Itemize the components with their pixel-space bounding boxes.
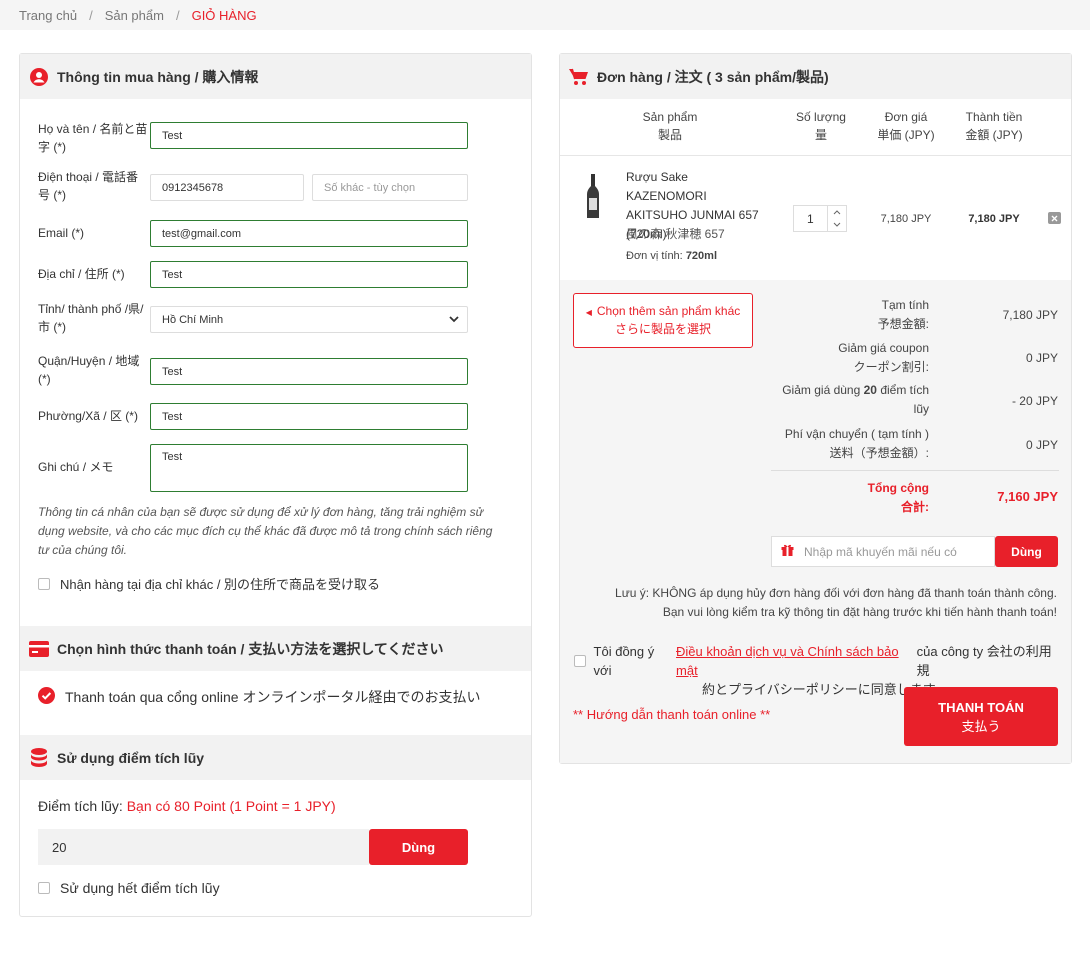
points-input[interactable]: 20 <box>38 829 369 865</box>
order-panel: Đơn hàng / 注文 ( 3 sản phẩm/製品) Sản phẩm 製… <box>559 53 1072 764</box>
qty-increase-icon[interactable] <box>828 206 846 219</box>
name-row: Họ và tên / 名前と苗字 (*) Test <box>38 120 468 160</box>
breadcrumb-current: GIỎ HÀNG <box>191 7 257 23</box>
province-row: Tỉnh/ thành phố /県/市 (*) Hồ Chí Minh <box>38 300 468 340</box>
col-product-header: Sản phẩm 製品 <box>642 110 698 142</box>
product-unit: Đơn vị tính: 720ml <box>626 250 718 262</box>
phone2-field[interactable]: Số khác - tùy chọn <box>312 174 468 201</box>
apply-promo-button[interactable]: Dùng <box>995 536 1058 567</box>
email-label: Email (*) <box>38 226 85 240</box>
ward-row: Phường/Xã / 区 (*) Test <box>38 403 468 433</box>
col-qty-header: Số lượng 量 <box>796 110 846 142</box>
breadcrumb: Trang chủ / Sản phẩm / GIỎ HÀNG <box>0 0 1090 30</box>
payment-option-online[interactable]: Thanh toán qua cổng online オンラインポータル経由での… <box>38 687 480 707</box>
terms-checkbox[interactable] <box>574 655 586 667</box>
points-available: Bạn có 80 Point (1 Point = 1 JPY) <box>126 798 336 814</box>
gift-icon <box>781 544 794 559</box>
product-name-jp: 風の森 秋津穂 657 <box>626 227 725 241</box>
cart-item-row: Rượu Sake KAZENOMORI AKITSUHO JUNMAI 657… <box>560 156 1071 280</box>
note-row: Ghi chú / メモ Test <box>38 444 468 492</box>
payment-title: Chọn hình thức thanh toán / 支払い方法を選択してくだ… <box>57 640 444 657</box>
email-field[interactable]: test@gmail.com <box>150 220 468 247</box>
order-title: Đơn hàng / 注文 ( 3 sản phẩm/製品) <box>597 68 829 85</box>
phone-row: Điện thoại / 電話番号 (*) 0912345678 Số khác… <box>38 168 468 208</box>
promo-code-field[interactable]: Nhập mã khuyến mãi nếu có <box>771 536 995 567</box>
grand-total-value: 7,160 JPY <box>997 489 1058 504</box>
payment-option-label: Thanh toán qua cổng online オンラインポータル経由での… <box>65 689 481 705</box>
address-row: Địa chỉ / 住所 (*) Test <box>38 261 468 291</box>
other-address-option[interactable]: Nhận hàng tại địa chỉ khác / 別の住所で商品を受け取… <box>38 574 380 593</box>
ward-label: Phường/Xã / 区 (*) <box>38 409 138 423</box>
points-discount-value: - 20 JPY <box>1011 394 1058 408</box>
col-total-header: Thành tiền 金額 (JPY) <box>965 110 1023 142</box>
checkout-button[interactable]: THANH TOÁN 支払う <box>904 687 1058 746</box>
apply-points-button[interactable]: Dùng <box>369 829 468 865</box>
points-label: Điểm tích lũy: <box>38 798 123 814</box>
order-header: Đơn hàng / 注文 ( 3 sản phẩm/製品) <box>560 54 1071 99</box>
payment-guide-link[interactable]: ** Hướng dẫn thanh toán online ** <box>573 707 770 722</box>
province-select[interactable]: Hồ Chí Minh <box>150 306 468 333</box>
caret-left-icon: ◀ <box>585 308 592 317</box>
phone-label: Điện thoại / 電話番号 (*) <box>38 170 139 202</box>
qty-decrease-icon[interactable] <box>828 219 846 232</box>
other-address-checkbox[interactable] <box>38 577 50 590</box>
grand-total-label: Tổng cộng 合計: <box>867 481 929 514</box>
remove-item-icon[interactable] <box>1048 212 1061 224</box>
subtotal-label: Tạm tính 予想金額: <box>877 298 929 331</box>
shopping-cart-icon <box>569 67 589 87</box>
points-title: Sử dụng điểm tích lũy <box>57 749 205 766</box>
district-field[interactable]: Test <box>150 358 468 385</box>
district-label: Quận/Huyện / 地域 (*) <box>38 354 140 386</box>
buyer-info-header: Thông tin mua hàng / 購入情報 <box>20 54 531 99</box>
database-icon <box>29 748 49 768</box>
item-total: 7,180 JPY <box>968 213 1020 225</box>
payment-header: Chọn hình thức thanh toán / 支払い方法を選択してくだ… <box>20 626 531 671</box>
promo-code-placeholder: Nhập mã khuyến mãi nếu có <box>804 544 957 559</box>
subtotal-value: 7,180 JPY <box>1002 308 1058 322</box>
note-textarea[interactable]: Test <box>150 444 468 492</box>
province-value: Hồ Chí Minh <box>162 313 224 326</box>
use-all-points-checkbox[interactable] <box>38 882 50 894</box>
buyer-info-title: Thông tin mua hàng / 購入情報 <box>57 68 259 85</box>
breadcrumb-separator: / <box>175 7 180 23</box>
terms-link[interactable]: Điều khoản dịch vụ và Chính sách bảo mật <box>676 642 913 680</box>
product-image[interactable] <box>586 174 600 220</box>
shipping-label: Phí vận chuyển ( tạm tính ) 送料（予想金額）: <box>784 427 929 460</box>
district-row: Quận/Huyện / 地域 (*) Test <box>38 352 468 392</box>
phone-field[interactable]: 0912345678 <box>150 174 304 201</box>
address-label: Địa chỉ / 住所 (*) <box>38 267 125 281</box>
coupon-discount-label: Giảm giá coupon クーポン割引: <box>838 341 929 374</box>
breadcrumb-products[interactable]: Sản phẩm <box>105 8 164 23</box>
other-address-label: Nhận hàng tại địa chỉ khác / 別の住所で商品を受け取… <box>60 577 381 592</box>
use-all-points-label: Sử dụng hết điểm tích lũy <box>60 880 220 896</box>
breadcrumb-home[interactable]: Trang chủ <box>19 8 77 23</box>
points-header: Sử dụng điểm tích lũy <box>20 735 531 780</box>
user-circle-icon <box>29 67 49 87</box>
shipping-value: 0 JPY <box>1025 438 1058 452</box>
province-label: Tỉnh/ thành phố /県/市 (*) <box>38 302 144 334</box>
email-row: Email (*) test@gmail.com <box>38 220 468 250</box>
note-label: Ghi chú / メモ <box>38 460 114 474</box>
item-price: 7,180 JPY <box>880 213 932 225</box>
credit-card-icon <box>29 639 49 659</box>
checkout-info-panel: Thông tin mua hàng / 購入情報 Họ và tên / 名前… <box>19 53 532 917</box>
cancellation-notice: Lưu ý: KHÔNG áp dụng hủy đơn hàng đối vớ… <box>615 586 1057 619</box>
summary-divider <box>771 470 1059 471</box>
quantity-input[interactable]: 1 <box>794 206 827 231</box>
coupon-discount-value: 0 JPY <box>1025 351 1058 365</box>
privacy-notice: Thông tin cá nhân của bạn sẽ được sử dụn… <box>38 505 493 557</box>
chevron-down-icon <box>449 314 459 326</box>
points-info: Điểm tích lũy: Bạn có 80 Point (1 Point … <box>38 798 336 814</box>
name-label: Họ và tên / 名前と苗字 (*) <box>38 122 148 154</box>
ward-field[interactable]: Test <box>150 403 468 430</box>
breadcrumb-separator: / <box>89 7 93 23</box>
use-all-points-option[interactable]: Sử dụng hết điểm tích lũy <box>38 880 220 896</box>
address-field[interactable]: Test <box>150 261 468 288</box>
quantity-stepper[interactable]: 1 <box>793 205 847 232</box>
more-products-button[interactable]: ◀ Chọn thêm sản phẩm khác さらに製品を選択 <box>573 293 753 348</box>
check-circle-icon <box>38 687 55 707</box>
name-field[interactable]: Test <box>150 122 468 149</box>
col-price-header: Đơn giá 単価 (JPY) <box>877 110 935 142</box>
points-discount-label: Giảm giá dùng 20 điểm tích lũy <box>782 383 929 416</box>
